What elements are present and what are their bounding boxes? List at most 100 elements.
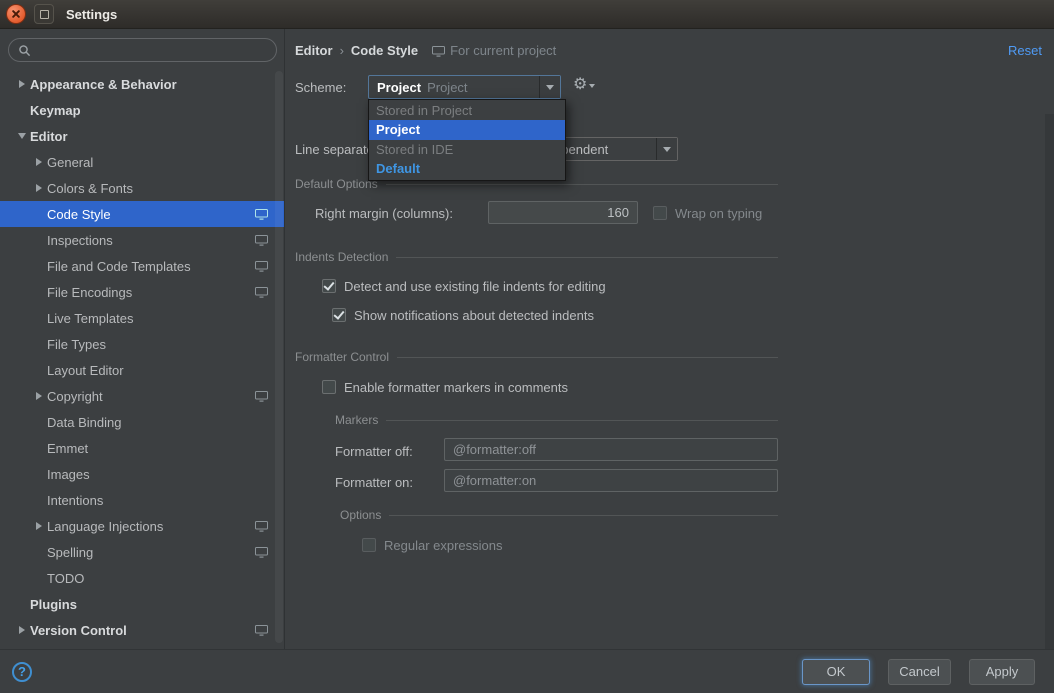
per-project-settings-icon (255, 235, 268, 246)
settings-tree: Appearance & Behavior Keymap Editor Gene… (0, 71, 284, 643)
chevron-down-icon (663, 147, 671, 156)
formatter-on-label: Formatter on: (335, 475, 413, 490)
popup-item-default[interactable]: Default (369, 159, 565, 179)
ok-button[interactable]: OK (802, 659, 870, 685)
sidebar-item-keymap[interactable]: Keymap (0, 97, 284, 123)
scope-note: For current project (450, 43, 556, 58)
scheme-current: Project (377, 80, 421, 95)
checkbox-box[interactable] (322, 380, 336, 394)
sidebar: Appearance & Behavior Keymap Editor Gene… (0, 29, 285, 649)
section-header-options: Options (340, 508, 778, 522)
checkbox-box[interactable] (653, 206, 667, 220)
sidebar-item-file-types[interactable]: File Types (0, 331, 284, 357)
sidebar-item-code-style[interactable]: Code Style (0, 201, 284, 227)
sidebar-scrollbar[interactable] (275, 71, 283, 643)
checkbox-box[interactable] (362, 538, 376, 552)
section-divider (397, 357, 778, 358)
sidebar-item-images[interactable]: Images (0, 461, 284, 487)
sidebar-item-data-binding[interactable]: Data Binding (0, 409, 284, 435)
help-icon: ? (18, 664, 26, 679)
sidebar-item-colors-fonts[interactable]: Colors & Fonts (0, 175, 284, 201)
sidebar-item-spelling[interactable]: Spelling (0, 539, 284, 565)
sidebar-item-live-templates[interactable]: Live Templates (0, 305, 284, 331)
cancel-button[interactable]: Cancel (888, 659, 951, 685)
gear-icon: ⚙ (573, 77, 587, 93)
sidebar-item-editor[interactable]: Editor (0, 123, 284, 149)
scheme-value: Project Project (369, 76, 539, 98)
search-input[interactable] (36, 42, 267, 59)
combo-arrow-button[interactable] (539, 76, 560, 98)
sidebar-item-plugins[interactable]: Plugins (0, 591, 284, 617)
sidebar-item-label: Colors & Fonts (47, 181, 133, 196)
wrap-on-typing-checkbox[interactable]: Wrap on typing (653, 205, 762, 221)
main-scrollbar[interactable] (1045, 114, 1054, 649)
formatter-on-input[interactable] (444, 469, 778, 492)
section-title: Indents Detection (295, 250, 388, 264)
checkbox-label: Wrap on typing (675, 206, 762, 221)
sidebar-item-label: Spelling (47, 545, 93, 560)
window-title: Settings (66, 7, 117, 22)
search-box[interactable] (8, 38, 277, 62)
section-divider (386, 420, 778, 421)
restore-button[interactable] (34, 4, 54, 24)
checkbox-box[interactable] (332, 308, 346, 322)
sidebar-item-label: Editor (30, 129, 68, 144)
sidebar-item-label: File Types (47, 337, 106, 352)
sidebar-item-label: Intentions (47, 493, 103, 508)
sidebar-item-appearance-behavior[interactable]: Appearance & Behavior (0, 71, 284, 97)
popup-item-project[interactable]: Project (369, 120, 565, 140)
scheme-gear-menu[interactable]: ⚙ (573, 77, 595, 93)
detect-indents-checkbox[interactable]: Detect and use existing file indents for… (322, 278, 606, 294)
apply-button[interactable]: Apply (969, 659, 1035, 685)
help-button[interactable]: ? (12, 662, 32, 682)
sidebar-item-inspections[interactable]: Inspections (0, 227, 284, 253)
sidebar-item-label: File Encodings (47, 285, 132, 300)
show-notifications-checkbox[interactable]: Show notifications about detected indent… (332, 307, 594, 323)
sidebar-item-label: File and Code Templates (47, 259, 191, 274)
sidebar-item-label: Version Control (30, 623, 127, 638)
footer: ? OK Cancel Apply (0, 649, 1054, 693)
checkbox-box[interactable] (322, 279, 336, 293)
sidebar-item-label: Data Binding (47, 415, 121, 430)
checkbox-label: Show notifications about detected indent… (354, 308, 594, 323)
right-margin-label: Right margin (columns): (315, 206, 453, 221)
sidebar-item-emmet[interactable]: Emmet (0, 435, 284, 461)
scheme-select[interactable]: Project Project (368, 75, 561, 99)
app-body: Appearance & Behavior Keymap Editor Gene… (0, 29, 1054, 649)
sidebar-item-layout-editor[interactable]: Layout Editor (0, 357, 284, 383)
scheme-label: Scheme: (295, 80, 346, 95)
sidebar-item-todo[interactable]: TODO (0, 565, 284, 591)
formatter-off-input[interactable] (444, 438, 778, 461)
sidebar-item-general[interactable]: General (0, 149, 284, 175)
breadcrumb-separator: › (340, 43, 344, 58)
sidebar-item-file-code-templates[interactable]: File and Code Templates (0, 253, 284, 279)
sidebar-item-intentions[interactable]: Intentions (0, 487, 284, 513)
enable-formatter-markers-checkbox[interactable]: Enable formatter markers in comments (322, 379, 568, 395)
sidebar-item-version-control[interactable]: Version Control (0, 617, 284, 643)
restore-icon (40, 10, 49, 19)
combo-arrow-button[interactable] (656, 138, 677, 160)
sidebar-item-label: Appearance & Behavior (30, 77, 177, 92)
sidebar-item-label: Code Style (47, 207, 111, 222)
sidebar-item-copyright[interactable]: Copyright (0, 383, 284, 409)
reset-link[interactable]: Reset (1008, 43, 1042, 58)
per-project-settings-icon (432, 46, 445, 57)
section-title: Markers (335, 413, 378, 427)
checkbox-label: Regular expressions (384, 538, 503, 553)
breadcrumb-section: Editor (295, 43, 333, 58)
per-project-settings-icon (255, 521, 268, 532)
sidebar-item-label: Emmet (47, 441, 88, 456)
chevron-right-icon (31, 522, 47, 530)
close-button[interactable] (6, 4, 26, 24)
sidebar-item-label: Keymap (30, 103, 81, 118)
sidebar-item-file-encodings[interactable]: File Encodings (0, 279, 284, 305)
regular-expressions-checkbox[interactable]: Regular expressions (362, 537, 503, 553)
section-header-indents-detection: Indents Detection (295, 250, 778, 264)
section-title: Default Options (295, 177, 378, 191)
chevron-down-icon (589, 84, 595, 91)
sidebar-item-label: Plugins (30, 597, 77, 612)
chevron-right-icon (31, 184, 47, 192)
right-margin-input[interactable] (488, 201, 638, 224)
sidebar-item-language-injections[interactable]: Language Injections (0, 513, 284, 539)
titlebar: Settings (0, 0, 1054, 29)
